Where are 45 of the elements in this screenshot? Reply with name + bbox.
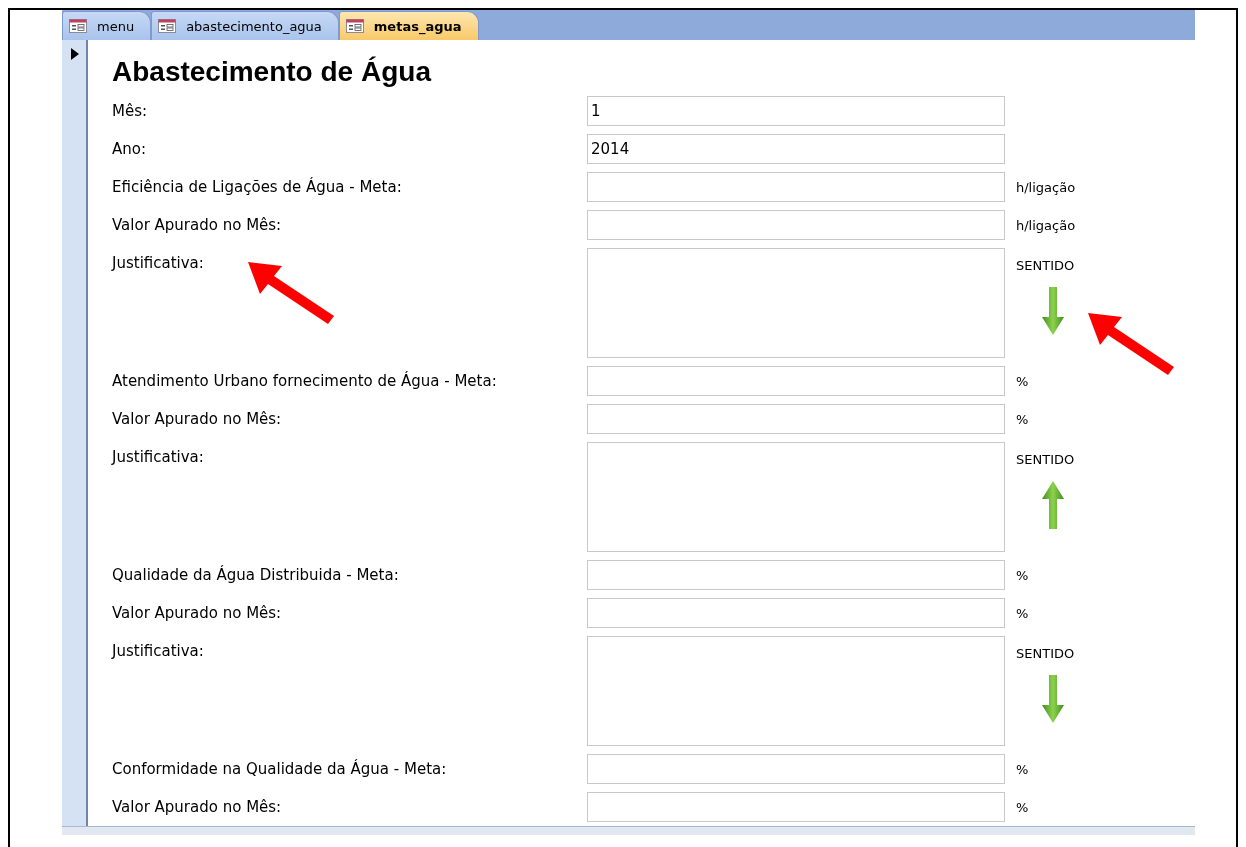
document-tab[interactable]: abastecimento_agua	[151, 11, 339, 40]
unit-label: %	[1016, 412, 1029, 427]
text-area[interactable]	[587, 636, 1005, 746]
unit-label: %	[1016, 762, 1029, 777]
unit-label: h/ligação	[1016, 180, 1076, 195]
field-label: Justificativa:	[112, 254, 204, 272]
text-area[interactable]	[587, 442, 1005, 552]
field-label: Mês:	[112, 102, 148, 120]
unit-label: %	[1016, 800, 1029, 815]
form-icon	[158, 19, 177, 33]
field-label: Valor Apurado no Mês:	[112, 604, 282, 622]
input-field[interactable]	[587, 792, 1005, 822]
field-label: Conformidade na Qualidade da Água - Meta:	[112, 760, 447, 778]
direction-caption: SENTIDO	[1016, 452, 1075, 467]
form-title: Abastecimento de Água	[112, 56, 433, 89]
form-icon	[69, 19, 87, 33]
input-field[interactable]	[587, 598, 1005, 628]
document-tab[interactable]: menu	[62, 11, 152, 40]
field-label: Valor Apurado no Mês:	[112, 410, 282, 428]
input-field[interactable]	[587, 754, 1005, 784]
input-field[interactable]	[587, 210, 1005, 240]
field-label: Ano:	[112, 140, 146, 158]
direction-caption: SENTIDO	[1016, 258, 1075, 273]
unit-label: %	[1016, 568, 1029, 583]
input-field[interactable]	[587, 366, 1005, 396]
unit-label: h/ligação	[1016, 218, 1076, 233]
field-label: Valor Apurado no Mês:	[112, 216, 282, 234]
form-icon	[345, 19, 364, 33]
input-field[interactable]	[587, 172, 1005, 202]
input-field[interactable]	[587, 404, 1005, 434]
field-label: Atendimento Urbano fornecimento de Água - Meta:	[112, 372, 497, 390]
unit-label: %	[1016, 374, 1029, 389]
document-tab[interactable]: metas_agua	[338, 11, 479, 40]
field-label: Justificativa:	[112, 448, 204, 466]
direction-caption: SENTIDO	[1016, 646, 1075, 661]
input-field[interactable]: 1	[587, 96, 1005, 126]
text-area[interactable]	[587, 248, 1005, 358]
input-field[interactable]	[587, 560, 1005, 590]
field-label: Justificativa:	[112, 642, 204, 660]
unit-label: %	[1016, 606, 1029, 621]
field-label: Qualidade da Água Distribuida - Meta:	[112, 566, 399, 584]
input-field[interactable]: 2014	[587, 134, 1005, 164]
field-label: Valor Apurado no Mês:	[112, 798, 282, 816]
field-label: Eficiência de Ligações de Água - Meta:	[112, 178, 402, 196]
current-record-icon	[71, 48, 79, 60]
